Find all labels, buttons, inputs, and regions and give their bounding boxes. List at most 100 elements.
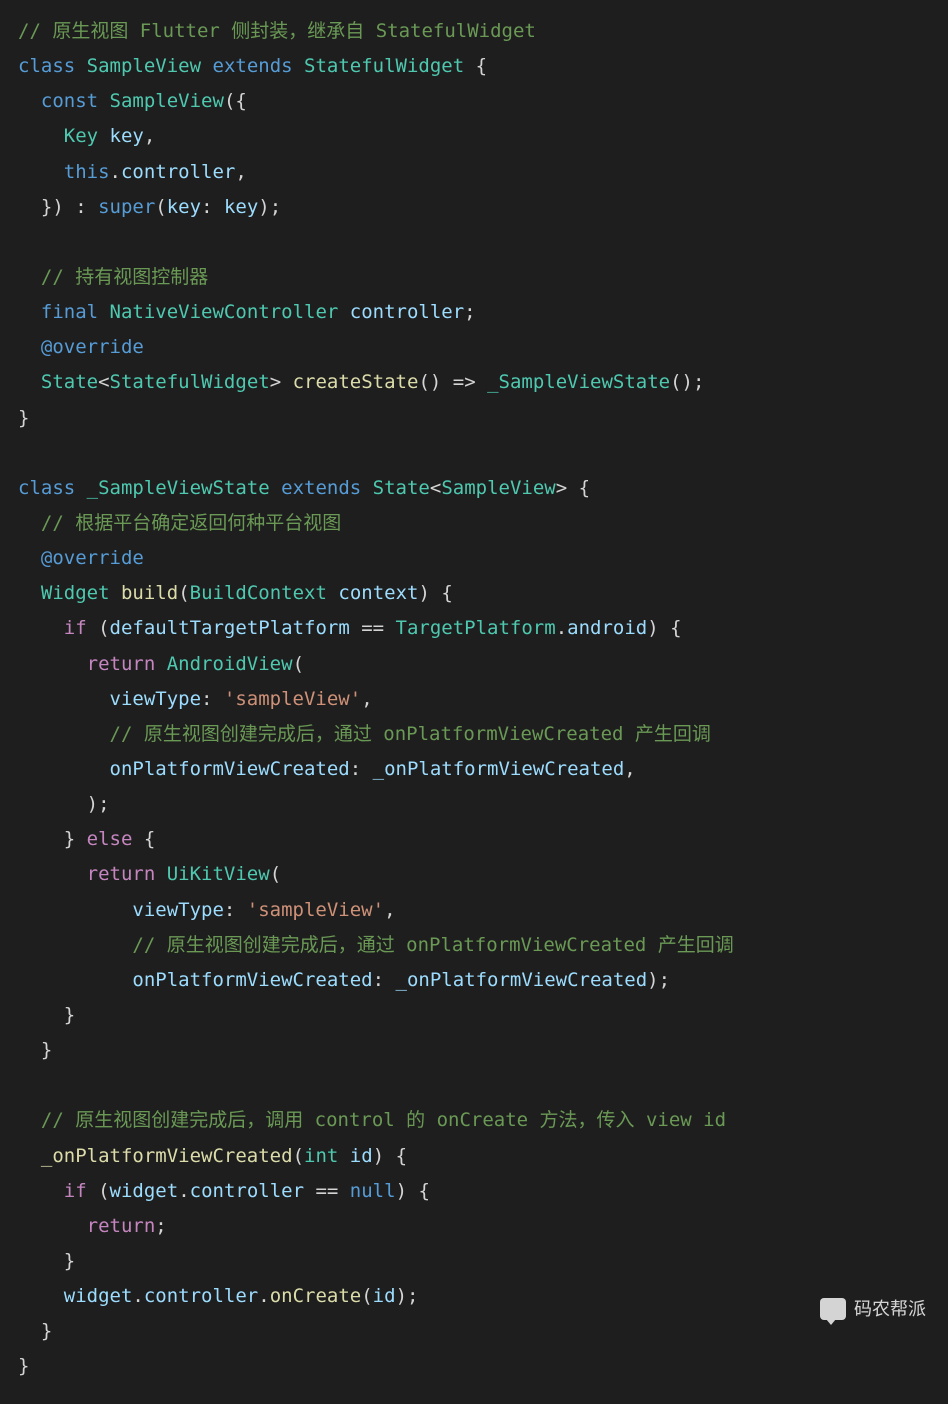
token-param: id — [350, 1145, 373, 1167]
token-punct — [18, 1180, 64, 1202]
code-line: if (defaultTargetPlatform == TargetPlatf… — [18, 617, 682, 639]
token-punct — [18, 863, 87, 885]
token-punct: } — [18, 1320, 52, 1342]
token-param: controller — [121, 161, 235, 183]
token-punct: ; — [155, 1215, 166, 1237]
token-punct: ( — [270, 863, 281, 885]
token-punct — [18, 582, 41, 604]
code-line: // 原生视图创建完成后，调用 control 的 onCreate 方法，传入… — [18, 1109, 726, 1131]
token-comment: // 原生视图创建完成后，通过 onPlatformViewCreated 产生… — [132, 934, 733, 956]
token-punct: . — [556, 617, 567, 639]
watermark-text: 码农帮派 — [854, 1293, 926, 1326]
token-punct — [18, 1215, 87, 1237]
token-param: viewType — [110, 688, 202, 710]
token-type: StatefulWidget — [110, 371, 270, 393]
watermark: 码农帮派 — [820, 1293, 926, 1326]
token-ctrl: return — [87, 863, 156, 885]
token-null: null — [350, 1180, 396, 1202]
token-punct — [18, 1145, 41, 1167]
token-param: key — [224, 196, 258, 218]
token-punct — [18, 969, 132, 991]
token-keyword: super — [98, 196, 155, 218]
token-punct — [338, 1145, 349, 1167]
code-line: @override — [18, 547, 144, 569]
token-punct: { — [132, 828, 155, 850]
token-method: onCreate — [270, 1285, 362, 1307]
token-param: key — [110, 125, 144, 147]
token-punct — [18, 653, 87, 675]
chat-icon — [820, 1298, 846, 1320]
token-punct: ( — [361, 1285, 372, 1307]
token-punct — [338, 301, 349, 323]
token-punct: } — [18, 1355, 29, 1377]
code-line: const SampleView({ — [18, 90, 247, 112]
code-line: onPlatformViewCreated: _onPlatformViewCr… — [18, 969, 670, 991]
token-punct — [270, 477, 281, 499]
code-line: } — [18, 1320, 52, 1342]
token-punct: : — [201, 196, 224, 218]
token-punct — [18, 90, 41, 112]
token-param: widget — [64, 1285, 133, 1307]
token-punct — [18, 547, 41, 569]
token-punct — [98, 125, 109, 147]
token-punct — [293, 55, 304, 77]
token-keyword: this — [64, 161, 110, 183]
token-punct: > { — [556, 477, 590, 499]
token-ctrl: else — [87, 828, 133, 850]
code-line: widget.controller.onCreate(id); — [18, 1285, 418, 1307]
token-punct — [98, 301, 109, 323]
token-punct: ); — [18, 793, 110, 815]
token-punct: ); — [647, 969, 670, 991]
code-line: // 原生视图创建完成后，通过 onPlatformViewCreated 产生… — [18, 723, 711, 745]
token-punct: : — [373, 969, 396, 991]
token-punct — [18, 899, 132, 921]
token-method: build — [121, 582, 178, 604]
token-punct: : — [224, 899, 247, 921]
token-punct: ({ — [224, 90, 247, 112]
token-punct: ( — [155, 196, 166, 218]
token-punct: () => — [418, 371, 487, 393]
token-punct — [18, 1285, 64, 1307]
token-punct: == — [304, 1180, 350, 1202]
token-punct — [18, 371, 41, 393]
token-punct: , — [144, 125, 155, 147]
token-keyword: extends — [281, 477, 361, 499]
token-punct — [75, 477, 86, 499]
token-punct: . — [132, 1285, 143, 1307]
token-punct — [18, 161, 64, 183]
token-comment: // 原生视图创建完成后，调用 control 的 onCreate 方法，传入… — [41, 1109, 726, 1131]
token-param: android — [567, 617, 647, 639]
token-punct — [18, 758, 110, 780]
token-annot: @override — [41, 547, 144, 569]
token-punct: ( — [87, 1180, 110, 1202]
token-class: SampleView — [87, 55, 201, 77]
token-punct: ; — [464, 301, 475, 323]
code-line: final NativeViewController controller; — [18, 301, 476, 323]
token-punct: > — [270, 371, 293, 393]
code-line: } — [18, 407, 29, 429]
code-line: viewType: 'sampleView', — [18, 899, 396, 921]
code-block[interactable]: // 原生视图 Flutter 侧封装，继承自 StatefulWidget c… — [18, 14, 930, 1384]
token-punct: { — [464, 55, 487, 77]
token-punct — [18, 336, 41, 358]
token-param: _onPlatformViewCreated — [373, 758, 625, 780]
code-line: // 根据平台确定返回何种平台视图 — [18, 512, 341, 534]
token-class: _SampleViewState — [487, 371, 670, 393]
token-punct — [18, 1109, 41, 1131]
token-punct — [18, 688, 110, 710]
token-punct: . — [178, 1180, 189, 1202]
token-punct: } — [18, 407, 29, 429]
token-method: _onPlatformViewCreated — [41, 1145, 293, 1167]
token-string: 'sampleView' — [224, 688, 361, 710]
code-line: class SampleView extends StatefulWidget … — [18, 55, 487, 77]
token-punct: , — [235, 161, 246, 183]
token-punct — [18, 512, 41, 534]
token-ctrl: return — [87, 1215, 156, 1237]
token-keyword: final — [41, 301, 98, 323]
token-ctrl: if — [64, 1180, 87, 1202]
token-param: onPlatformViewCreated — [110, 758, 350, 780]
code-line: // 持有视图控制器 — [18, 266, 208, 288]
token-punct: , — [624, 758, 635, 780]
token-type: int — [304, 1145, 338, 1167]
token-punct — [18, 723, 110, 745]
